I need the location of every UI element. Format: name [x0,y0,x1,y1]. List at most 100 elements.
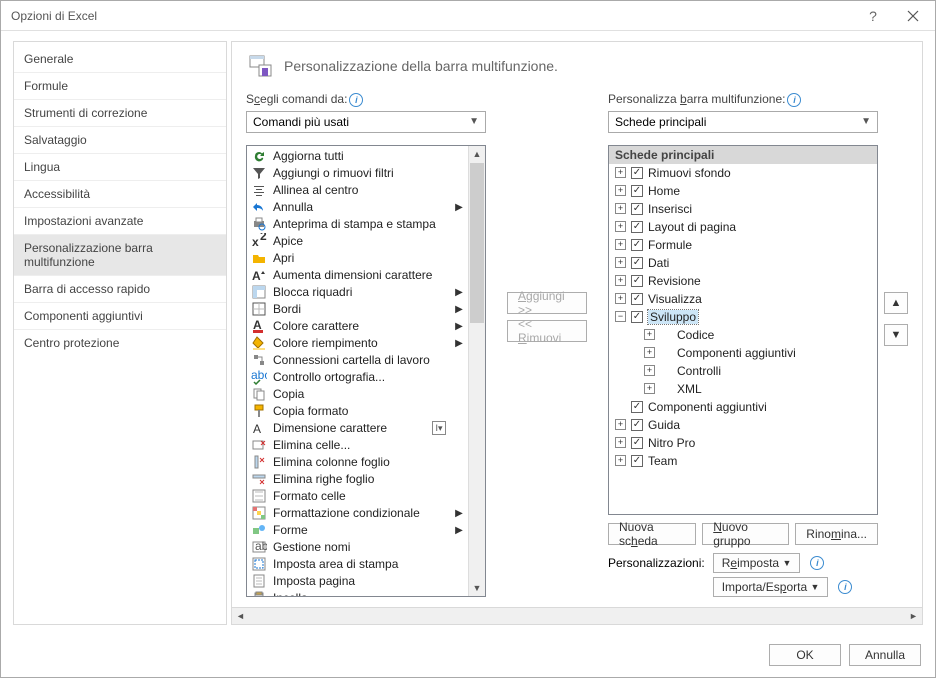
command-item[interactable]: Colore riempimento▶ [247,335,468,352]
nav-item[interactable]: Formule [14,73,226,100]
command-item[interactable]: Aggiungi o rimuovi filtri [247,165,468,182]
command-item[interactable]: Aggiorna tutti [247,148,468,165]
checkbox[interactable]: ✓ [631,221,643,233]
help-icon[interactable]: i [838,580,852,594]
nav-item[interactable]: Barra di accesso rapido [14,276,226,303]
tree-item[interactable]: +Codice [609,326,877,344]
nav-item[interactable]: Strumenti di correzione [14,100,226,127]
expand-icon[interactable]: + [615,221,626,232]
command-item[interactable]: abcControllo ortografia... [247,369,468,386]
nav-item[interactable]: Salvataggio [14,127,226,154]
tree-item[interactable]: +✓Visualizza [609,290,877,308]
scroll-left-icon[interactable]: ◄ [232,608,249,624]
checkbox[interactable]: ✓ [631,293,643,305]
tree-item[interactable]: −✓Sviluppo [609,308,877,326]
cancel-button[interactable]: Annulla [849,644,921,666]
checkbox[interactable]: ✓ [631,185,643,197]
expand-icon[interactable]: + [615,437,626,448]
move-down-button[interactable]: ▼ [884,324,908,346]
command-item[interactable]: Copia [247,386,468,403]
nav-item[interactable]: Lingua [14,154,226,181]
command-item[interactable]: ADimensione carattereI▾ [247,420,468,437]
remove-button[interactable]: << Rimuovi [507,320,587,342]
scroll-right-icon[interactable]: ► [905,608,922,624]
rename-button[interactable]: Rinomina... [795,523,878,545]
expand-icon[interactable]: + [615,275,626,286]
command-item[interactable]: Imposta area di stampa [247,556,468,573]
checkbox[interactable]: ✓ [631,203,643,215]
choose-commands-combo[interactable]: Comandi più usati ▼ [246,111,486,133]
command-item[interactable]: Copia formato [247,403,468,420]
tree-item[interactable]: +✓Revisione [609,272,877,290]
checkbox[interactable]: ✓ [631,401,643,413]
expand-icon[interactable]: + [615,203,626,214]
expand-icon[interactable]: + [644,347,655,358]
tree-item[interactable]: +✓Layout di pagina [609,218,877,236]
command-item[interactable]: abGestione nomi [247,539,468,556]
scroll-up-icon[interactable]: ▲ [469,146,485,163]
expand-icon[interactable]: + [644,365,655,376]
command-item[interactable]: Incolla [247,590,468,596]
new-group-button[interactable]: Nuovo gruppo [702,523,789,545]
command-item[interactable]: Elimina colonne foglio [247,454,468,471]
horizontal-scrollbar[interactable]: ◄ ► [231,608,923,625]
expand-icon[interactable]: + [615,419,626,430]
import-export-button[interactable]: Importa/Esporta ▼ [713,577,829,597]
expand-icon[interactable]: + [615,185,626,196]
expand-icon[interactable]: + [644,383,655,394]
command-item[interactable]: Formattazione condizionale▶ [247,505,468,522]
checkbox[interactable]: ✓ [631,239,643,251]
checkbox[interactable]: ✓ [631,419,643,431]
tree-item[interactable]: +✓Inserisci [609,200,877,218]
ribbon-tree[interactable]: Schede principali+✓Rimuovi sfondo+✓Home+… [608,145,878,515]
move-up-button[interactable]: ▲ [884,292,908,314]
tree-item[interactable]: +✓Guida [609,416,877,434]
checkbox[interactable]: ✓ [631,257,643,269]
checkbox[interactable]: ✓ [631,311,643,323]
new-tab-button[interactable]: Nuova scheda [608,523,696,545]
command-item[interactable]: x2Apice [247,233,468,250]
add-button[interactable]: Aggiungi >> [507,292,587,314]
checkbox[interactable]: ✓ [631,455,643,467]
vertical-scrollbar[interactable]: ▲ ▼ [468,146,485,596]
commands-listbox[interactable]: Aggiorna tuttiAggiungi o rimuovi filtriA… [246,145,486,597]
reset-button[interactable]: Reimposta ▼ [713,553,801,573]
command-item[interactable]: AColore carattere▶ [247,318,468,335]
help-button[interactable]: ? [853,2,893,30]
help-icon[interactable]: i [810,556,824,570]
nav-item[interactable]: Componenti aggiuntivi [14,303,226,330]
command-item[interactable]: Blocca riquadri▶ [247,284,468,301]
tree-item[interactable]: +✓Rimuovi sfondo [609,164,877,182]
nav-item[interactable]: Accessibilità [14,181,226,208]
tree-item[interactable]: +✓Nitro Pro [609,434,877,452]
tree-item[interactable]: +✓Home [609,182,877,200]
command-item[interactable]: AAumenta dimensioni carattere [247,267,468,284]
command-item[interactable]: Imposta pagina [247,573,468,590]
help-icon[interactable]: i [349,93,363,107]
command-item[interactable]: Elimina celle... [247,437,468,454]
command-item[interactable]: Formato celle [247,488,468,505]
scroll-thumb[interactable] [470,163,484,323]
command-item[interactable]: Anteprima di stampa e stampa [247,216,468,233]
close-button[interactable] [893,2,933,30]
command-item[interactable]: Allinea al centro [247,182,468,199]
collapse-icon[interactable]: − [615,311,626,322]
checkbox[interactable]: ✓ [631,167,643,179]
help-icon[interactable]: i [787,93,801,107]
checkbox[interactable]: ✓ [631,437,643,449]
tree-item[interactable]: +✓Team [609,452,877,470]
expand-icon[interactable]: + [615,239,626,250]
expand-icon[interactable]: + [615,293,626,304]
checkbox[interactable]: ✓ [631,275,643,287]
expand-icon[interactable]: + [615,257,626,268]
command-item[interactable]: Elimina righe foglio [247,471,468,488]
command-item[interactable]: Annulla▶ [247,199,468,216]
nav-item[interactable]: Impostazioni avanzate [14,208,226,235]
nav-item[interactable]: Centro protezione [14,330,226,356]
command-item[interactable]: Forme▶ [247,522,468,539]
tree-item[interactable]: +Controlli [609,362,877,380]
tree-item[interactable]: +✓Dati [609,254,877,272]
expand-icon[interactable]: + [615,455,626,466]
customize-ribbon-combo[interactable]: Schede principali ▼ [608,111,878,133]
expand-icon[interactable]: + [615,167,626,178]
